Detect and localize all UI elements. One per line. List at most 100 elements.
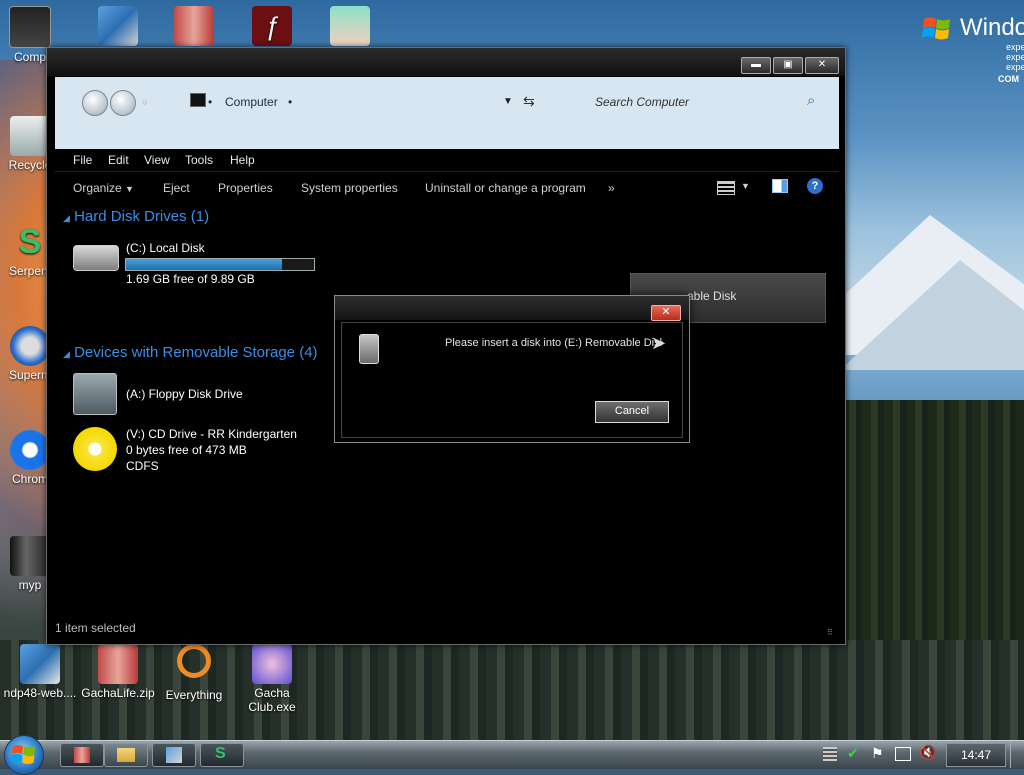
network-icon[interactable]	[895, 747, 911, 761]
back-button[interactable]	[82, 90, 108, 116]
breadcrumb-separator: •	[208, 95, 213, 109]
group-title: Hard Disk Drives (1)	[74, 208, 210, 225]
menu-help[interactable]: Help	[230, 153, 255, 167]
command-bar: Organize ▼ Eject Properties System prope…	[55, 171, 839, 202]
taskbar-item-installer[interactable]	[152, 743, 196, 767]
desktop-icon-anime[interactable]	[314, 6, 386, 48]
menu-view[interactable]: View	[144, 153, 170, 167]
close-button[interactable]: ✕	[805, 57, 839, 74]
uninstall-button[interactable]: Uninstall or change a program	[425, 181, 586, 195]
folder-icon	[10, 536, 50, 576]
help-icon[interactable]: ?	[807, 178, 823, 194]
minimize-button[interactable]: ▬	[741, 57, 771, 74]
search-icon[interactable]: ⌕	[807, 92, 815, 109]
zip-archive-icon	[74, 747, 90, 763]
desktop-icon-label: Everything	[165, 688, 223, 702]
preview-pane-icon[interactable]	[772, 179, 788, 193]
refresh-icon[interactable]: ⇆	[523, 93, 535, 110]
organize-label: Organize	[73, 181, 122, 195]
zip-archive-icon	[174, 6, 214, 46]
desktop-icon-ndp[interactable]: ndp48-web....	[0, 644, 80, 700]
usb-drive-icon	[359, 334, 379, 364]
search-magnifier-icon	[177, 644, 211, 678]
desktop-icon-label: GachaLife.zip	[81, 686, 155, 700]
windows-logo: Windo expe expe expe COM	[920, 8, 1024, 88]
collapse-arrow-icon: ◢	[63, 213, 70, 223]
desktop-icon-zip[interactable]	[158, 6, 230, 48]
drive-free-space: 1.69 GB free of 9.89 GB	[126, 272, 255, 286]
chrome-icon	[10, 430, 50, 470]
desktop-icon-gachalife[interactable]: GachaLife.zip	[80, 644, 156, 700]
chevron-down-icon[interactable]: ▼	[741, 181, 750, 191]
serpent-icon: S	[18, 223, 42, 261]
status-bar-text: 1 item selected	[55, 621, 136, 635]
taskbar-item-explorer[interactable]	[104, 743, 148, 767]
drive-name: able Disk	[687, 289, 737, 303]
installer-icon	[20, 644, 60, 684]
show-desktop-button[interactable]	[1010, 741, 1024, 768]
eject-button[interactable]: Eject	[163, 181, 190, 195]
folder-icon	[117, 748, 135, 762]
show-hidden-icon[interactable]	[823, 747, 837, 761]
drive-free-space: 0 bytes free of 473 MB	[126, 443, 247, 457]
breadcrumb[interactable]: Computer	[225, 95, 278, 109]
recycle-bin-icon	[10, 116, 50, 156]
volume-muted-icon[interactable]: 🔇	[919, 744, 936, 761]
security-icon[interactable]: ✔	[847, 745, 859, 762]
desktop-icon-flash[interactable]: ƒ	[236, 6, 308, 48]
system-properties-button[interactable]: System properties	[301, 181, 398, 195]
drive-name: (A:) Floppy Disk Drive	[126, 387, 243, 401]
desktop-icon-everything[interactable]: Everything	[158, 644, 230, 702]
flash-player-icon: ƒ	[252, 6, 292, 46]
view-options-icon[interactable]	[717, 181, 735, 195]
window-titlebar[interactable]: ▬ ▣ ✕	[47, 48, 845, 76]
forward-button[interactable]	[110, 90, 136, 116]
windows-logo-line: expe	[1006, 42, 1024, 52]
desktop-icon-gachaclub[interactable]: Gacha Club.exe	[236, 644, 308, 714]
hard-disk-icon	[73, 245, 119, 271]
desktop-icon-label: ndp48-web....	[3, 686, 77, 700]
system-tray: ✔ ⚑ 🔇	[823, 743, 943, 765]
maximize-button[interactable]: ▣	[773, 57, 803, 74]
desktop-icon-network[interactable]	[82, 6, 154, 48]
chevron-down-icon: ▼	[125, 184, 134, 194]
menu-tools[interactable]: Tools	[185, 153, 213, 167]
start-button[interactable]	[4, 735, 44, 775]
drive-name: (C:) Local Disk	[126, 241, 205, 255]
more-commands-button[interactable]: »	[608, 181, 615, 195]
taskbar: S ✔ ⚑ 🔇 14:47	[0, 735, 1024, 775]
resize-grip-icon[interactable]: ⠿	[827, 628, 833, 637]
anime-character-icon	[330, 6, 370, 46]
cancel-button[interactable]: Cancel	[595, 401, 669, 423]
computer-icon	[9, 6, 51, 48]
windows-flag-icon	[922, 17, 950, 40]
address-area: ○ • Computer • ▼ ⇆ Search Computer ⌕	[55, 77, 839, 149]
action-center-flag-icon[interactable]: ⚑	[871, 745, 884, 762]
superm-icon	[10, 326, 50, 366]
taskbar-clock[interactable]: 14:47	[946, 743, 1006, 767]
recent-pages-icon[interactable]: ○	[142, 97, 147, 107]
computer-icon	[190, 93, 206, 107]
taskbar-item-serpent[interactable]: S	[200, 743, 244, 767]
drive-filesystem: CDFS	[126, 459, 159, 473]
address-dropdown-icon[interactable]: ▼	[503, 96, 513, 107]
windows-logo-text: Windo	[960, 14, 1024, 41]
group-header-hard-disks[interactable]: ◢ Hard Disk Drives (1)	[63, 208, 209, 225]
taskbar-item-zip[interactable]	[60, 743, 104, 767]
properties-button[interactable]: Properties	[218, 181, 273, 195]
group-header-removable[interactable]: ◢ Devices with Removable Storage (4)	[63, 344, 318, 361]
dialog-titlebar[interactable]: ✕	[335, 296, 689, 321]
menu-file[interactable]: File	[73, 153, 92, 167]
dialog-message: Please insert a disk into (E:) Removable…	[445, 337, 663, 349]
zip-archive-icon	[98, 644, 138, 684]
menu-edit[interactable]: Edit	[108, 153, 129, 167]
wallpaper-mountain	[840, 260, 1024, 370]
organize-button[interactable]: Organize ▼	[73, 181, 134, 195]
dialog-close-button[interactable]: ✕	[651, 305, 681, 321]
serpent-icon: S	[215, 745, 226, 762]
breadcrumb-separator: •	[288, 95, 293, 109]
search-input[interactable]: Search Computer	[595, 95, 689, 109]
menu-bar: File Edit View Tools Help	[55, 149, 839, 171]
floppy-drive-icon	[73, 373, 117, 415]
drive-name: (V:) CD Drive - RR Kindergarten	[126, 427, 297, 441]
